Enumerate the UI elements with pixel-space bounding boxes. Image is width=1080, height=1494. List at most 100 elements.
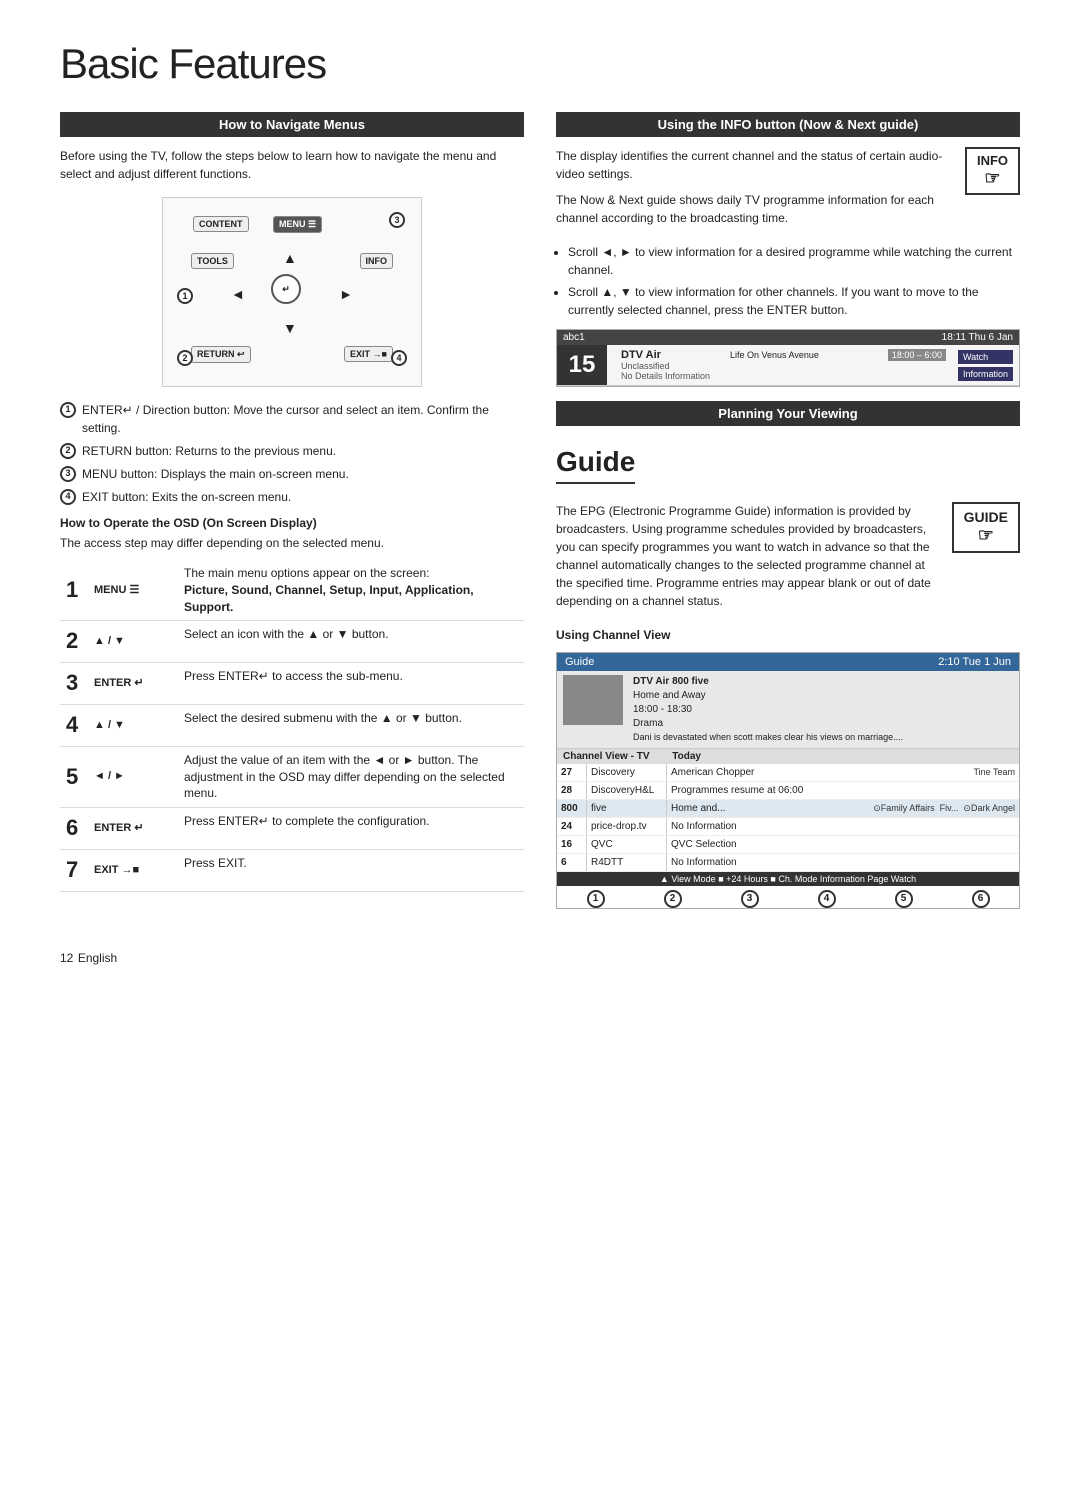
num-circle-3: 3 (60, 466, 76, 482)
ch-prog-extra-16 (1011, 841, 1019, 847)
step-desc: Adjust the value of an item with the ◄ o… (178, 746, 524, 807)
guide-button: GUIDE ☞ (952, 502, 1020, 553)
guide-header-right: 2:10 Tue 1 Jun (938, 656, 1011, 668)
ch-name: abc1 (563, 332, 585, 343)
guide-screen: Guide 2:10 Tue 1 Jun DTV Air 800 five Ho… (556, 652, 1020, 909)
instruction-3: 3 MENU button: Displays the main on-scre… (60, 465, 524, 483)
info-section-header: Using the INFO button (Now & Next guide) (556, 112, 1020, 137)
return-btn: RETURN ↩ (191, 346, 251, 363)
ch-name-28: DiscoveryH&L (587, 782, 667, 799)
footer-num-6: 6 (972, 890, 990, 908)
tools-btn: TOOLS (191, 253, 234, 269)
num-circle-2: 2 (60, 443, 76, 459)
channel-list-header: Channel View - TV Today (557, 749, 1019, 764)
enter-btn: ↵ (271, 274, 301, 304)
step-desc: Press EXIT. (178, 849, 524, 891)
info-bullets: Scroll ◄, ► to view information for a de… (568, 243, 1020, 319)
ch-prog-extra-28 (1011, 787, 1019, 793)
table-row: 6 ENTER ↵ Press ENTER↵ to complete the c… (60, 808, 524, 850)
navigate-intro: Before using the TV, follow the steps be… (60, 147, 524, 183)
step-num: 4 (60, 704, 88, 746)
right-column: Using the INFO button (Now & Next guide)… (556, 112, 1020, 919)
remote-diagram: CONTENT MENU ☰ 3 TOOLS INFO ▲ ◄ ↵ ► ▼ 1 … (162, 197, 422, 387)
info-screen: abc1 18:11 Thu 6 Jan 15 DTV Air Life On … (556, 329, 1020, 387)
ch-name-16: QVC (587, 836, 667, 853)
ch-name-800: five (587, 800, 667, 817)
step-btn: ▲ / ▼ (88, 621, 178, 663)
footer-num-2: 2 (664, 890, 682, 908)
step-btn: ENTER ↵ (88, 808, 178, 850)
info-intro-2: The Now & Next guide shows daily TV prog… (556, 191, 953, 227)
step-desc: Select an icon with the ▲ or ▼ button. (178, 621, 524, 663)
instruction-1: 1 ENTER↵ / Direction button: Move the cu… (60, 401, 524, 437)
channel-row-24: 24 price-drop.tv No Information (557, 818, 1019, 836)
ch-prog-extra-6 (1011, 859, 1019, 865)
step-num: 5 (60, 746, 88, 807)
table-row: 2 ▲ / ▼ Select an icon with the ▲ or ▼ b… (60, 621, 524, 663)
ch-name-24: price-drop.tv (587, 818, 667, 835)
num-label-3: 3 (389, 212, 405, 228)
left-column: How to Navigate Menus Before using the T… (60, 112, 524, 919)
planning-header: Planning Your Viewing (556, 401, 1020, 426)
guide-btn-label: GUIDE (964, 509, 1008, 525)
step-btn: ▲ / ▼ (88, 704, 178, 746)
table-row: 5 ◄ / ► Adjust the value of an item with… (60, 746, 524, 807)
menu-btn: MENU ☰ (273, 216, 322, 233)
footer-num-3: 3 (741, 890, 759, 908)
footer-num-1: 1 (587, 890, 605, 908)
ch-id-6: 6 (557, 854, 587, 871)
step-desc: The main menu options appear on the scre… (178, 560, 524, 621)
ch-prog-27: American Chopper (667, 764, 969, 781)
page-number-block: 12 English (60, 949, 1020, 967)
num-label-1: 1 (177, 288, 193, 304)
ch-id-800: 800 (557, 800, 587, 817)
guide-section: Guide The EPG (Electronic Programme Guid… (556, 446, 1020, 909)
info-btn-label: INFO (975, 153, 1010, 168)
ch-id-16: 16 (557, 836, 587, 853)
step-btn: ENTER ↵ (88, 663, 178, 705)
info-screen-header: abc1 18:11 Thu 6 Jan (557, 330, 1019, 345)
bullet-2: Scroll ▲, ▼ to view information for othe… (568, 283, 1020, 319)
ch-prog-6: No Information (667, 854, 1011, 871)
info-time: 18:11 Thu 6 Jan (942, 332, 1013, 343)
guide-intro: The EPG (Electronic Programme Guide) inf… (556, 502, 940, 610)
ch-id-24: 24 (557, 818, 587, 835)
channel-row-28: 28 DiscoveryH&L Programmes resume at 06:… (557, 782, 1019, 800)
footer-numbers: 1 2 3 4 5 6 (557, 890, 1019, 908)
info-label-btn: Information (958, 367, 1013, 381)
time-slot: 18:00 – 6:00 (888, 349, 946, 361)
ch-name-27: Discovery (587, 764, 667, 781)
ch-prog-extra-24 (1011, 823, 1019, 829)
step-desc: Press ENTER↵ to complete the configurati… (178, 808, 524, 850)
program-title: DTV Air 800 five (633, 675, 903, 689)
language-label: English (78, 951, 117, 965)
today-label: Today (672, 751, 701, 762)
table-row: 3 ENTER ↵ Press ENTER↵ to access the sub… (60, 663, 524, 705)
exit-btn: EXIT →■ (344, 346, 393, 362)
osd-table: 1 MENU ☰ The main menu options appear on… (60, 560, 524, 892)
instruction-3-text: MENU button: Displays the main on-screen… (82, 465, 349, 483)
step-desc: Select the desired submenu with the ▲ or… (178, 704, 524, 746)
program-time: 18:00 - 18:30 (633, 703, 903, 717)
program-info-bar: DTV Air 800 five Home and Away 18:00 - 1… (557, 671, 1019, 749)
num-label-2: 2 (177, 350, 193, 366)
bullet-1: Scroll ◄, ► to view information for a de… (568, 243, 1020, 279)
program-label: Life On Venus Avenue (730, 350, 819, 360)
dtv-label: DTV Air (621, 349, 661, 361)
ch-id-27: 27 (557, 764, 587, 781)
ch-id-28: 28 (557, 782, 587, 799)
program-thumbnail (563, 675, 623, 725)
subtext2: No Details Information (621, 371, 946, 381)
ch-prog-800: Home and... (667, 800, 869, 817)
left-arrow: ◄ (231, 286, 245, 302)
channel-number: 15 (557, 345, 607, 385)
step-num: 7 (60, 849, 88, 891)
nav-instructions: 1 ENTER↵ / Direction button: Move the cu… (60, 401, 524, 506)
step-desc: Press ENTER↵ to access the sub-menu. (178, 663, 524, 705)
ch-name-6: R4DTT (587, 854, 667, 871)
osd-intro: The access step may differ depending on … (60, 534, 524, 552)
table-row: 1 MENU ☰ The main menu options appear on… (60, 560, 524, 621)
watch-btn: Watch (958, 350, 1013, 364)
ch-prog-extra-27: Tine Team (969, 764, 1019, 780)
step-num: 1 (60, 560, 88, 621)
